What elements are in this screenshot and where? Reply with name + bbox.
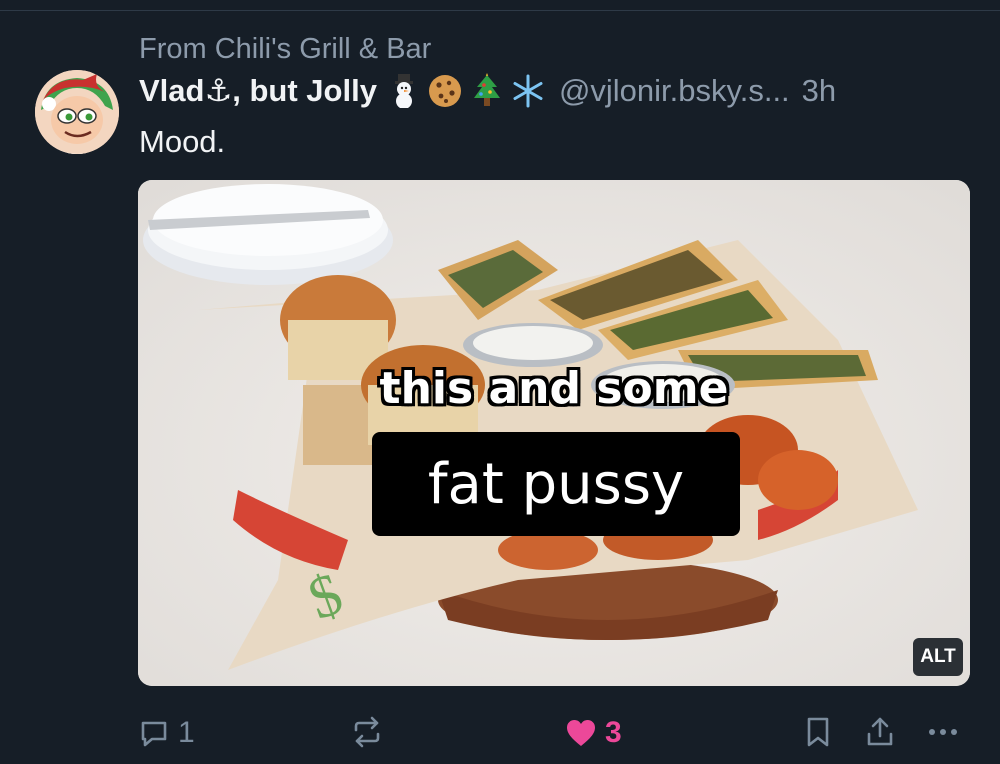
meme-caption-bottom: fat pussy [427, 451, 685, 517]
avatar[interactable] [35, 70, 119, 154]
post-text: Mood. [139, 124, 226, 159]
more-options-button[interactable] [925, 716, 961, 748]
display-name[interactable]: Vlad⚓, but Jolly [139, 70, 377, 112]
post-image[interactable]: $ this and some fat pussy ALT [138, 180, 970, 686]
bookmark-icon [807, 717, 829, 747]
feed-context-label[interactable]: From Chili's Grill & Bar [139, 30, 431, 68]
cookie-icon [428, 75, 461, 107]
like-count: 3 [605, 716, 622, 749]
bookmark-button[interactable] [805, 716, 831, 748]
reply-button[interactable]: 1 [138, 716, 195, 750]
divider [0, 10, 1000, 11]
more-icon [929, 729, 957, 735]
alt-button[interactable]: ALT [913, 638, 963, 676]
repost-button[interactable] [350, 716, 392, 748]
heart-icon [567, 720, 595, 746]
post-actions: 1 3 [0, 708, 1000, 758]
christmas-tree-icon [473, 73, 500, 106]
handle[interactable]: @vjlonir.bsky.s... [559, 70, 790, 112]
share-icon [867, 717, 893, 746]
timestamp[interactable]: 3h [802, 70, 836, 112]
name-emojis [389, 73, 545, 109]
snowflake-icon [513, 74, 543, 108]
repost-icon [354, 716, 380, 748]
snowman-icon [394, 74, 413, 108]
share-button[interactable] [865, 716, 895, 748]
reply-count: 1 [178, 716, 195, 749]
like-button[interactable]: 3 [565, 716, 622, 750]
reply-icon [141, 721, 167, 747]
post-header: Vlad⚓, but Jolly @vjlonir.bsky.s... 3h [139, 70, 836, 112]
meme-caption-box: fat pussy [372, 432, 740, 536]
meme-caption-top: this and some [379, 363, 729, 414]
